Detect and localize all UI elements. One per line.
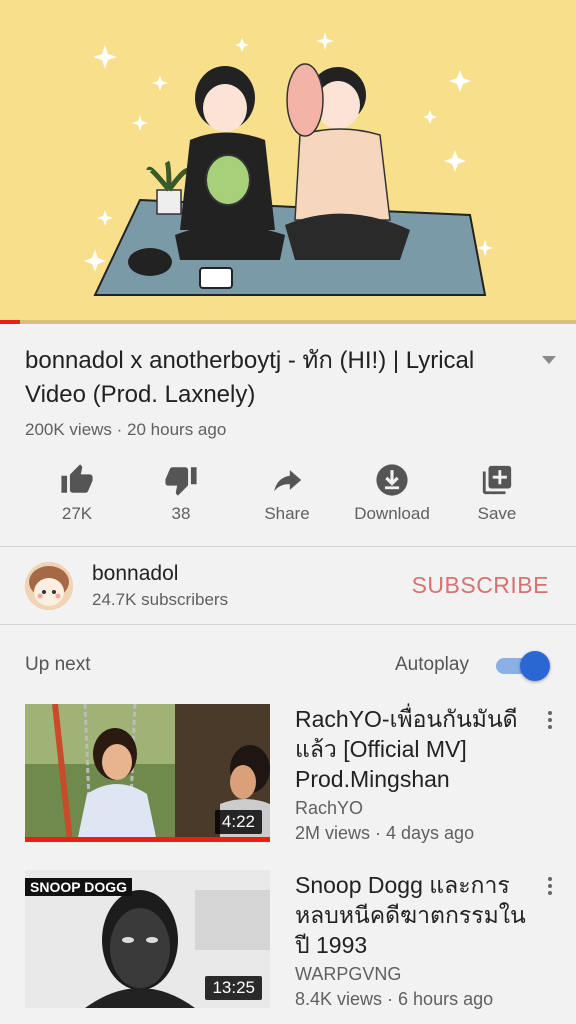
share-label: Share (264, 504, 310, 523)
share-icon (274, 470, 302, 492)
channel-avatar-image (25, 562, 73, 610)
video-thumbnail[interactable]: SNOOP DOGG 13:25 (25, 870, 270, 1008)
save-label: Save (477, 504, 517, 523)
card-title: Snoop Dogg และการหลบหนีคดีฆาตกรรมในปี 19… (295, 872, 526, 958)
list-item[interactable]: 4:22 RachYO-เพื่อนกันมันดีแล้ว [Official… (0, 704, 576, 854)
subscribe-button[interactable]: SUBSCRIBE (412, 572, 549, 599)
action-bar: 27K 38 Share Download Save (0, 460, 576, 530)
up-next-heading: Up next (25, 654, 91, 675)
download-label: Download (354, 504, 430, 523)
video-thumbnail[interactable]: 4:22 (25, 704, 270, 842)
video-duration: 13:25 (205, 976, 262, 1000)
save-playlist-icon (482, 465, 512, 495)
video-title: bonnadol x anotherboytj - ทัก (HI!) | Ly… (25, 347, 475, 408)
dislike-count: 38 (171, 504, 191, 523)
thumbs-down-icon (165, 467, 197, 496)
video-meta: 200K views · 20 hours ago (25, 420, 227, 439)
autoplay-toggle[interactable] (496, 651, 550, 681)
divider (0, 546, 576, 547)
video-duration: 4:22 (214, 810, 262, 834)
download-icon (376, 464, 408, 496)
more-vert-icon[interactable] (544, 876, 556, 896)
card-meta: 2M views · 4 days ago (295, 823, 475, 843)
share-button[interactable]: Share (234, 460, 340, 524)
video-player[interactable] (0, 0, 576, 324)
avatar[interactable] (25, 562, 73, 610)
more-vert-icon[interactable] (544, 710, 556, 730)
progress-fill (0, 320, 21, 324)
save-button[interactable]: Save (444, 460, 550, 524)
dislike-button[interactable]: 38 (128, 460, 234, 524)
card-title: RachYO-เพื่อนกันมันดีแล้ว [Official MV] … (295, 706, 518, 792)
divider (0, 624, 576, 625)
thumbs-up-icon (61, 464, 93, 493)
card-channel: WARPGVNG (295, 964, 402, 984)
like-button[interactable]: 27K (24, 460, 130, 524)
card-meta: 8.4K views · 6 hours ago (295, 989, 494, 1009)
like-count: 27K (61, 504, 93, 523)
autoplay-label: Autoplay (395, 654, 469, 675)
progress-bar[interactable] (0, 320, 576, 324)
thumbnail-badge: SNOOP DOGG (25, 878, 132, 896)
chevron-down-icon[interactable] (540, 354, 558, 366)
video-title-block[interactable]: bonnadol x anotherboytj - ทัก (HI!) | Ly… (25, 344, 525, 412)
card-channel: RachYO (295, 798, 364, 818)
subscriber-count: 24.7K subscribers (92, 590, 229, 609)
toggle-knob (520, 651, 550, 681)
watched-progress (25, 837, 270, 842)
list-item[interactable]: SNOOP DOGG 13:25 Snoop Dogg และการหลบหนี… (0, 870, 576, 1020)
channel-name[interactable]: bonnadol (92, 562, 178, 586)
video-frame-illustration (0, 0, 576, 324)
download-button[interactable]: Download (339, 460, 445, 524)
